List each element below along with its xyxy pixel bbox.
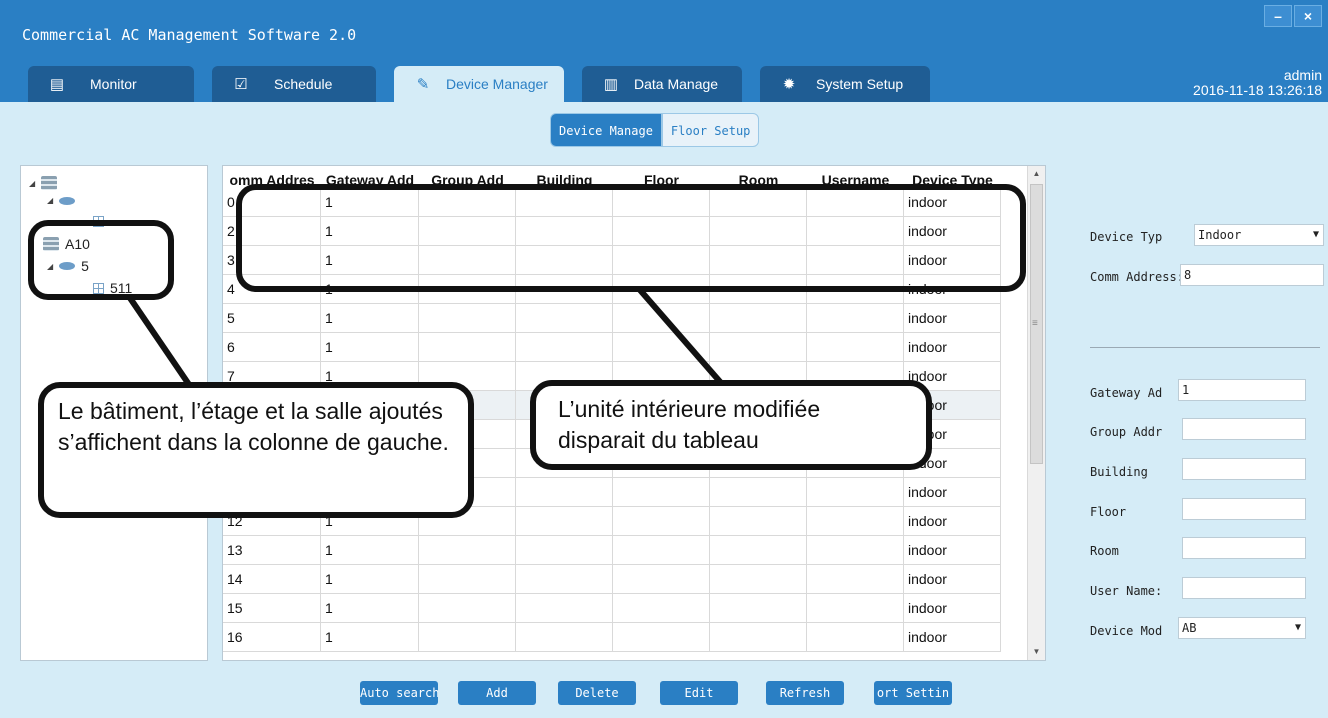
- callout-left: Le bâtiment, l’étage et la salle ajoutés…: [38, 382, 474, 518]
- callout-pointer-left: [127, 296, 193, 388]
- callout-pointer-right: [637, 288, 725, 386]
- rows-highlight: [236, 184, 1026, 292]
- app-window: Commercial AC Management Software 2.0 – …: [0, 0, 1328, 718]
- tree-highlight: [28, 220, 174, 300]
- callout-right: L’unité intérieure modifiée disparait du…: [530, 380, 932, 470]
- annotation-lines: [127, 288, 725, 388]
